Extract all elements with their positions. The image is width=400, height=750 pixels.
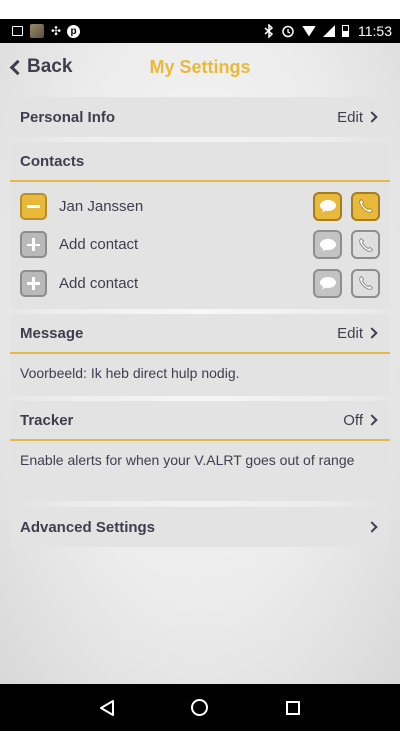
pinterest-icon: p [67,24,81,38]
personal-info-edit-button[interactable]: Edit [337,109,380,126]
alarm-icon [282,25,294,38]
message-toggle-button[interactable] [313,230,342,260]
phone-icon [358,276,373,291]
nav-home-button[interactable] [183,691,217,725]
chevron-right-icon [366,521,378,533]
speech-bubble-icon [319,238,336,252]
speech-bubble-icon [319,200,336,213]
status-time: 11:53 [358,23,392,39]
phone-icon [358,199,373,213]
message-toggle-button[interactable] [313,268,342,298]
picture-icon [12,26,23,36]
personal-info-edit-label: Edit [337,108,363,126]
tracker-title: Tracker [20,411,74,429]
contacts-card: Contacts Jan Janssen Add contact Add con… [10,142,390,309]
call-toggle-button[interactable] [351,191,380,221]
status-right: 11:53 [264,23,392,39]
status-bar: ✣ p 11:53 [0,19,400,43]
status-left: ✣ p [12,24,81,38]
chevron-right-icon [366,414,378,426]
nav-recent-button[interactable] [276,691,310,725]
call-toggle-button[interactable] [351,268,380,298]
advanced-settings-card[interactable]: Advanced Settings [10,507,390,547]
message-title: Message [20,324,84,342]
tracker-header: Tracker Off [10,401,390,441]
personal-info-header: Personal Info Edit [10,97,390,137]
contacts-title: Contacts [20,152,85,170]
advanced-settings-header: Advanced Settings [10,507,390,547]
remove-contact-button[interactable] [20,192,47,220]
battery-icon [342,25,349,37]
speech-bubble-icon [319,277,336,290]
chevron-right-icon [366,327,378,339]
message-card: Message Edit Voorbeeld: Ik heb direct hu… [10,314,390,396]
contact-row[interactable]: Add contact [10,226,390,265]
nav-header: Back My Settings [0,43,400,93]
message-text: Voorbeeld: Ik heb direct hulp nodig. [20,365,240,381]
tracker-toggle-button[interactable]: Off [343,412,380,429]
advanced-settings-title: Advanced Settings [20,518,156,536]
tracker-state-label: Off [343,411,363,429]
add-contact-button[interactable] [20,269,47,297]
contacts-list: Jan Janssen Add contact Add contact [10,182,390,303]
recent-square-icon [286,700,301,715]
android-nav-bar [0,684,400,731]
advanced-settings-button[interactable] [366,521,380,533]
chevron-right-icon [366,111,378,123]
bottom-margin [0,731,400,750]
contact-row[interactable]: Jan Janssen [10,187,390,226]
plus-icon [27,239,40,250]
bluetooth-icon [264,24,274,38]
tracker-description: Enable alerts for when your V.ALRT goes … [20,452,355,468]
plus-icon [27,277,40,289]
contact-name: Jan Janssen [59,197,144,215]
nav-back-button[interactable] [90,691,124,725]
minus-icon [27,205,40,208]
thumbnail-icon [30,24,44,38]
personal-info-title: Personal Info [20,108,116,126]
message-header: Message Edit [10,314,390,354]
dots-icon: ✣ [51,24,61,38]
home-circle-icon [191,699,209,716]
settings-screen: Back My Settings Personal Info Edit Cont… [0,43,400,684]
back-triangle-icon [99,699,114,716]
contact-name: Add contact [59,274,139,292]
add-contact-button[interactable] [20,231,47,259]
contacts-header: Contacts [10,142,390,182]
tracker-card: Tracker Off Enable alerts for when your … [10,401,390,501]
message-edit-button[interactable]: Edit [337,325,380,342]
wifi-icon [302,25,316,37]
signal-icon [323,25,335,37]
phone-icon [358,237,373,252]
contact-name: Add contact [59,236,139,254]
message-toggle-button[interactable] [313,191,342,221]
message-edit-label: Edit [337,324,363,342]
personal-info-card[interactable]: Personal Info Edit [10,97,390,137]
call-toggle-button[interactable] [351,230,380,260]
page-title: My Settings [149,57,251,77]
contact-row[interactable]: Add contact [10,264,390,303]
